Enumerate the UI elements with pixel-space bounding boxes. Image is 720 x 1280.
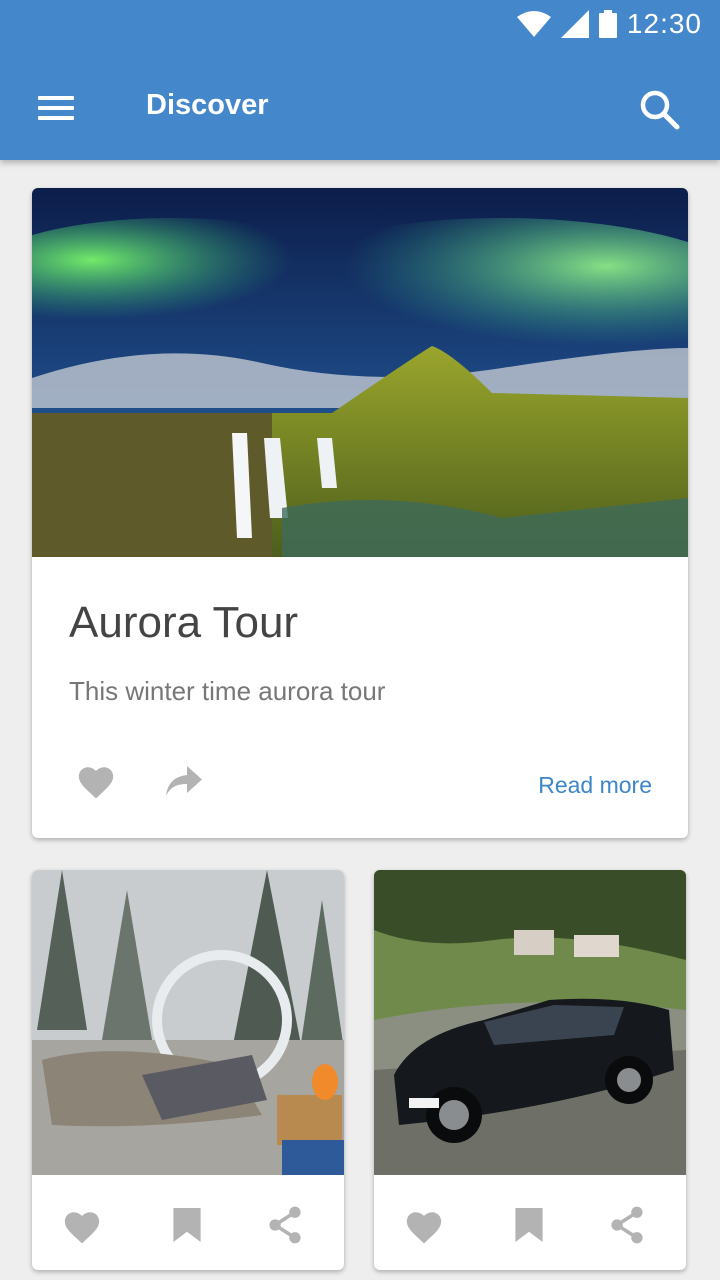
heart-icon [64, 1212, 100, 1244]
menu-icon-bar [38, 116, 74, 120]
featured-card[interactable]: Aurora Tour This winter time aurora tour… [32, 188, 688, 838]
card-subtitle: This winter time aurora tour [69, 676, 386, 706]
toolbar: Discover [0, 60, 720, 156]
search-button[interactable] [638, 88, 682, 132]
status-time: 12:30 [626, 8, 702, 39]
car-image [374, 870, 686, 1175]
status-bar: 12:30 [516, 8, 702, 40]
search-icon [640, 90, 680, 130]
bookmark-icon [173, 1208, 201, 1242]
card-actions [374, 1175, 686, 1270]
share-button[interactable] [268, 1206, 302, 1249]
heart-icon [406, 1212, 442, 1244]
page-title: Discover [146, 89, 269, 121]
wifi-icon [516, 11, 551, 37]
share-button[interactable] [610, 1206, 644, 1249]
read-more-link[interactable]: Read more [538, 772, 652, 799]
menu-button[interactable] [28, 82, 84, 134]
bookmark-icon [515, 1208, 543, 1242]
menu-icon-bar [38, 106, 74, 110]
card-title: Aurora Tour [69, 598, 299, 647]
bookmark-button[interactable] [172, 1208, 202, 1247]
card-suv[interactable] [374, 870, 686, 1270]
app-bar: 12:30 Discover [0, 0, 720, 160]
menu-icon [38, 96, 74, 100]
like-button[interactable] [76, 764, 116, 805]
bookmark-button[interactable] [514, 1208, 544, 1247]
share-icon [611, 1206, 643, 1244]
share-arrow-icon [166, 766, 202, 796]
like-button[interactable] [404, 1209, 444, 1250]
share-arrow-button[interactable] [166, 766, 202, 801]
igloo-image [32, 870, 344, 1175]
card-glass-igloo[interactable] [32, 870, 344, 1270]
battery-icon [598, 10, 617, 38]
aurora-image [32, 188, 688, 557]
card-actions [32, 1175, 344, 1270]
heart-icon [78, 767, 114, 799]
signal-icon [560, 10, 589, 38]
share-icon [269, 1206, 301, 1244]
like-button[interactable] [62, 1209, 102, 1250]
